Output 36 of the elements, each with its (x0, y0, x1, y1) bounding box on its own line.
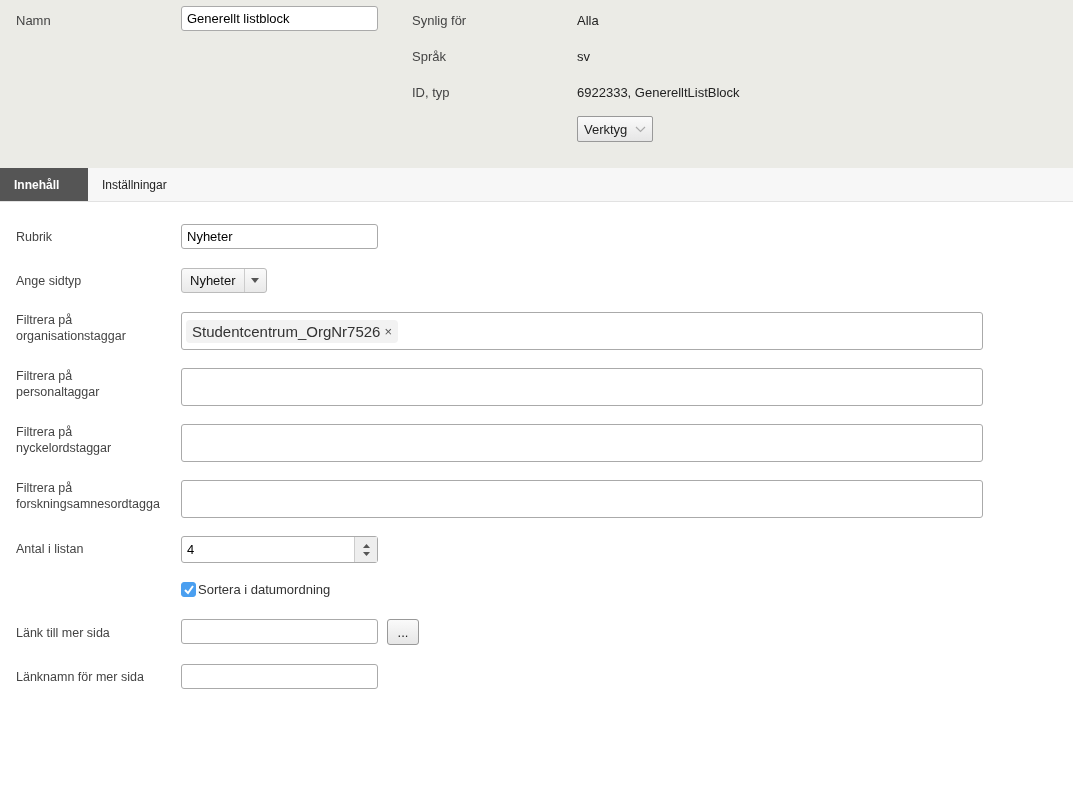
tools-dropdown[interactable]: Verktyg (577, 116, 654, 142)
browse-button[interactable]: ... (387, 619, 419, 645)
tag-input[interactable] (181, 480, 983, 518)
meta-value: Alla (577, 13, 599, 28)
tag-input[interactable] (181, 368, 983, 406)
link-input[interactable] (181, 619, 378, 644)
checkbox-label: Sortera i datumordning (198, 582, 331, 597)
number-input[interactable]: 4 (181, 536, 378, 563)
meta-label: Språk (412, 49, 447, 64)
meta-label: ID, typ (412, 85, 451, 100)
caret-down-icon (251, 278, 260, 283)
field-label: Antal i listan (16, 541, 84, 557)
field-label: Filtrera på organisationstaggar (16, 312, 127, 344)
name-label: Namn (16, 13, 51, 28)
name-input[interactable]: Generellt listblock (181, 6, 378, 31)
chevron-down-icon (635, 125, 647, 133)
text-input[interactable]: Nyheter (181, 224, 378, 249)
remove-tag-button[interactable]: × (384, 323, 393, 339)
meta-value: 6922333, GenerelltListBlock (577, 85, 740, 100)
type-select[interactable]: Nyheter (181, 268, 267, 293)
field-label: Länk till mer sida (16, 625, 110, 641)
field-label: Ange sidtyp (16, 273, 82, 289)
field-label: Länknamn för mer sida (16, 669, 144, 685)
spinner-icon[interactable] (354, 537, 377, 562)
tag-input[interactable] (181, 424, 983, 462)
field-label: Filtrera på nyckelordstaggar (16, 424, 113, 456)
tag-input[interactable]: Studentcentrum_OrgNr7526 × (181, 312, 983, 350)
tag-chip: Studentcentrum_OrgNr7526 × (186, 319, 399, 343)
field-label: Rubrik (16, 229, 53, 245)
meta-label: Synlig för (412, 13, 468, 28)
field-label: Filtrera på personaltaggar (16, 368, 101, 400)
meta-value: sv (577, 49, 590, 64)
tab[interactable]: Inställningar (88, 168, 181, 201)
text-input[interactable] (181, 664, 378, 689)
checkbox[interactable] (181, 582, 196, 597)
tab[interactable]: Innehåll (0, 168, 88, 201)
